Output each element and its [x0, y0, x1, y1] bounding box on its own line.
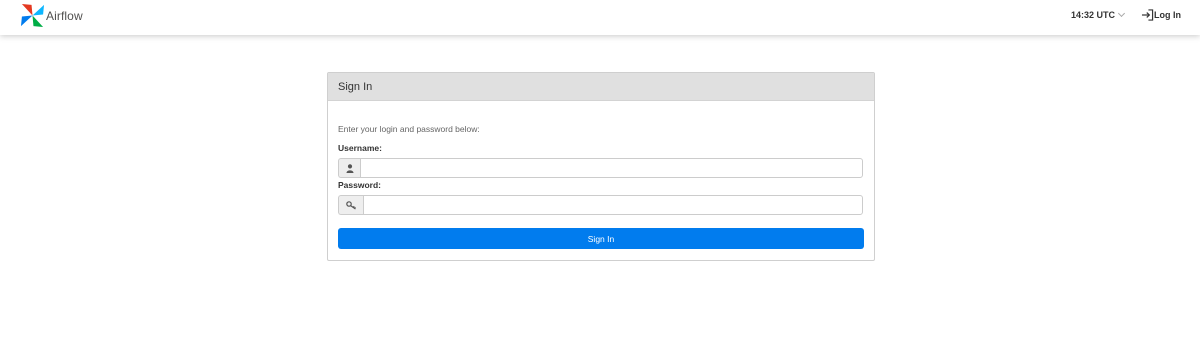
login-hint: Enter your login and password below:: [338, 124, 480, 134]
username-input-group: [338, 158, 863, 178]
login-link[interactable]: Log In: [1141, 9, 1181, 21]
panel-heading: Sign In: [328, 73, 874, 101]
login-label: Log In: [1154, 10, 1181, 20]
clock-time: 14:32 UTC: [1071, 10, 1116, 20]
username-label: Username:: [338, 143, 382, 153]
sign-in-button[interactable]: Sign In: [338, 228, 864, 249]
key-icon: [338, 195, 363, 215]
top-navbar: Airflow 14:32 UTC Log In: [0, 0, 1200, 35]
home-brand-link[interactable]: Airflow: [20, 3, 83, 28]
brand-name: Airflow: [46, 8, 83, 23]
password-field[interactable]: [363, 195, 863, 215]
username-field[interactable]: [360, 158, 863, 178]
user-icon: [338, 158, 360, 178]
utc-clock-dropdown[interactable]: 14:32 UTC: [1071, 9, 1126, 20]
login-icon: [1141, 9, 1154, 21]
sign-in-panel: Sign In Enter your login and password be…: [327, 72, 875, 261]
password-label: Password:: [338, 180, 381, 190]
password-input-group: [338, 195, 863, 215]
airflow-pinwheel-icon: [20, 3, 45, 28]
chevron-down-icon: [1117, 9, 1126, 18]
